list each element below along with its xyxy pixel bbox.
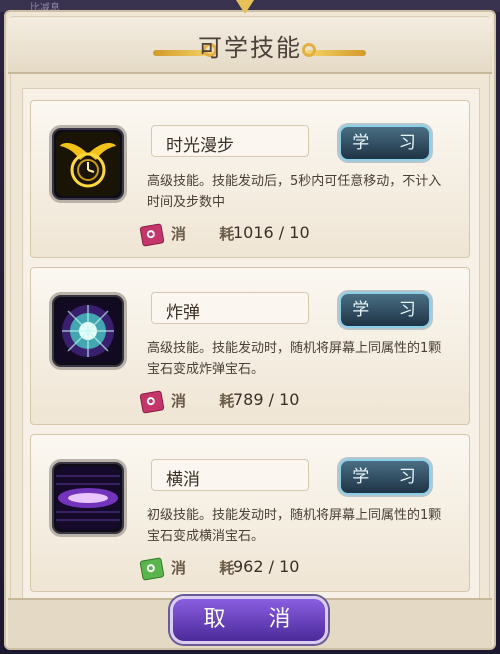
dialog-header: 可学技能 [8, 18, 492, 74]
right-wing-ornament-icon [302, 43, 366, 57]
cost-value: 789 / 10 [233, 390, 300, 409]
skill-name: 横消 [166, 470, 200, 490]
skill-name-box: 炸弹 [151, 292, 309, 324]
skill-name: 时光漫步 [166, 136, 234, 156]
red-skill-book-icon [139, 223, 165, 247]
skill-card: 横消 学 习 初级技能。技能发动时，随机将屏幕上同属性的1颗宝石变成横消宝石。 … [30, 434, 470, 592]
skill-name-box: 横消 [151, 459, 309, 491]
top-gem-ornament [236, 0, 254, 14]
green-skill-book-icon [139, 557, 165, 581]
winged-clock-icon [49, 125, 127, 203]
skill-card: 时光漫步 学 习 高级技能。技能发动后，5秒内可任意移动，不计入时间及步数中 消… [30, 100, 470, 258]
cost-value: 962 / 10 [233, 557, 300, 576]
learn-button[interactable]: 学 习 [339, 125, 431, 161]
skill-card: 炸弹 学 习 高级技能。技能发动时，随机将屏幕上同属性的1颗宝石变成炸弹宝石。 … [30, 267, 470, 425]
cancel-button[interactable]: 取 消 [170, 596, 328, 644]
skill-name: 炸弹 [166, 303, 200, 323]
skill-description: 高级技能。技能发动时，随机将屏幕上同属性的1颗宝石变成炸弹宝石。 [147, 341, 442, 377]
skill-name-box: 时光漫步 [151, 125, 309, 157]
learn-button[interactable]: 学 习 [339, 459, 431, 495]
skill-description: 高级技能。技能发动后，5秒内可任意移动，不计入时间及步数中 [147, 174, 442, 210]
red-skill-book-icon [139, 390, 165, 414]
learn-button[interactable]: 学 习 [339, 292, 431, 328]
cost-value: 1016 / 10 [233, 223, 310, 242]
dialog-title: 可学技能 [198, 34, 302, 62]
skill-description: 初级技能。技能发动时，随机将屏幕上同属性的1颗宝石变成横消宝石。 [147, 508, 442, 544]
bomb-burst-icon [49, 292, 127, 370]
horizontal-clear-icon [49, 459, 127, 537]
